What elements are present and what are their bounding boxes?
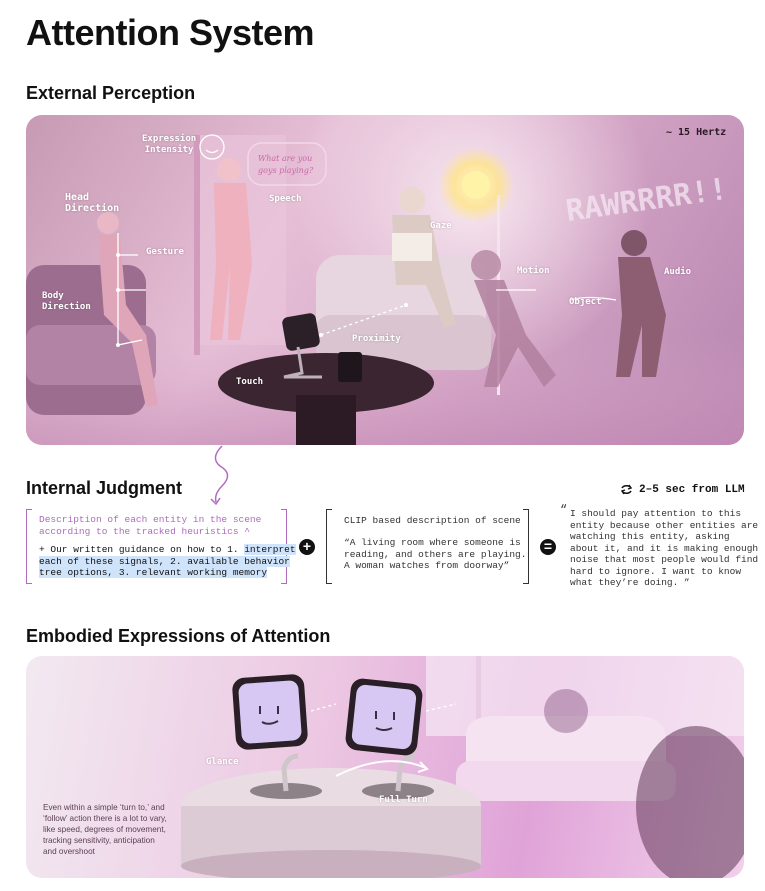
output-quote-mark: “ [560,503,568,517]
label-motion: Motion [517,266,550,276]
bracket-left [326,509,332,584]
guidance-written-text: + Our written guidance on how to 1. inte… [39,544,296,579]
speech-bubble-line1: What are you [258,154,312,163]
label-gaze: Gaze [430,221,452,231]
embodied-caption: Even within a simple ‘turn to,’ and ‘fol… [43,803,167,856]
clip-quote: “A living room where someone is reading,… [344,537,527,571]
label-proximity: Proximity [352,334,401,344]
label-audio: Audio [664,267,692,277]
label-touch: Touch [236,377,264,387]
guidance-heuristics-text: Description of each entity in the scene … [39,514,262,537]
embodied-expressions-scene: Glance Full Turn Even within a simple ‘t… [26,656,744,878]
label-glance: Glance [206,757,239,767]
label-gesture: Gesture [146,247,184,257]
section-title-internal: Internal Judgment [26,478,183,498]
connector-arrow-icon [210,445,229,506]
label-object: Object [569,297,602,307]
llm-timing-label: 2–5 sec from LLM [639,483,745,496]
judgment-box-clip: CLIP based description of scene “A livin… [326,509,529,584]
bracket-left [26,509,32,584]
clip-title: CLIP based description of scene [344,515,521,526]
label-rate: ~ 15 Hertz [666,127,727,138]
label-full-turn: Full Turn [379,795,428,805]
label-head-direction: Head Direction [65,192,120,214]
guidance-plain: + Our written guidance on how to 1. [39,544,245,555]
page-title: Attention System [26,12,315,53]
label-expression-intensity: Expression Intensity [142,134,197,155]
scene-illustration: RAWRRRR!! What are you goys playing? [26,134,744,445]
section-title-embodied: Embodied Expressions of Attention [26,626,331,646]
plus-icon: + [299,539,315,555]
speech-bubble-line2: goys playing? [258,166,314,175]
section-title-external: External Perception [26,83,196,103]
llm-timing: 2–5 sec from LLM [620,483,745,496]
audio-scribble: RAWRRRR!! [564,172,730,229]
judgment-output: I should pay attention to this entity be… [570,508,759,588]
equals-icon: = [540,539,556,555]
label-body-direction: Body Direction [42,291,91,312]
label-speech: Speech [269,194,302,204]
judgment-box-guidance: Description of each entity in the scene … [26,509,296,584]
refresh-icon [620,484,633,495]
external-perception-scene: RAWRRRR!! What are you goys playing? ~ 1… [26,115,744,445]
